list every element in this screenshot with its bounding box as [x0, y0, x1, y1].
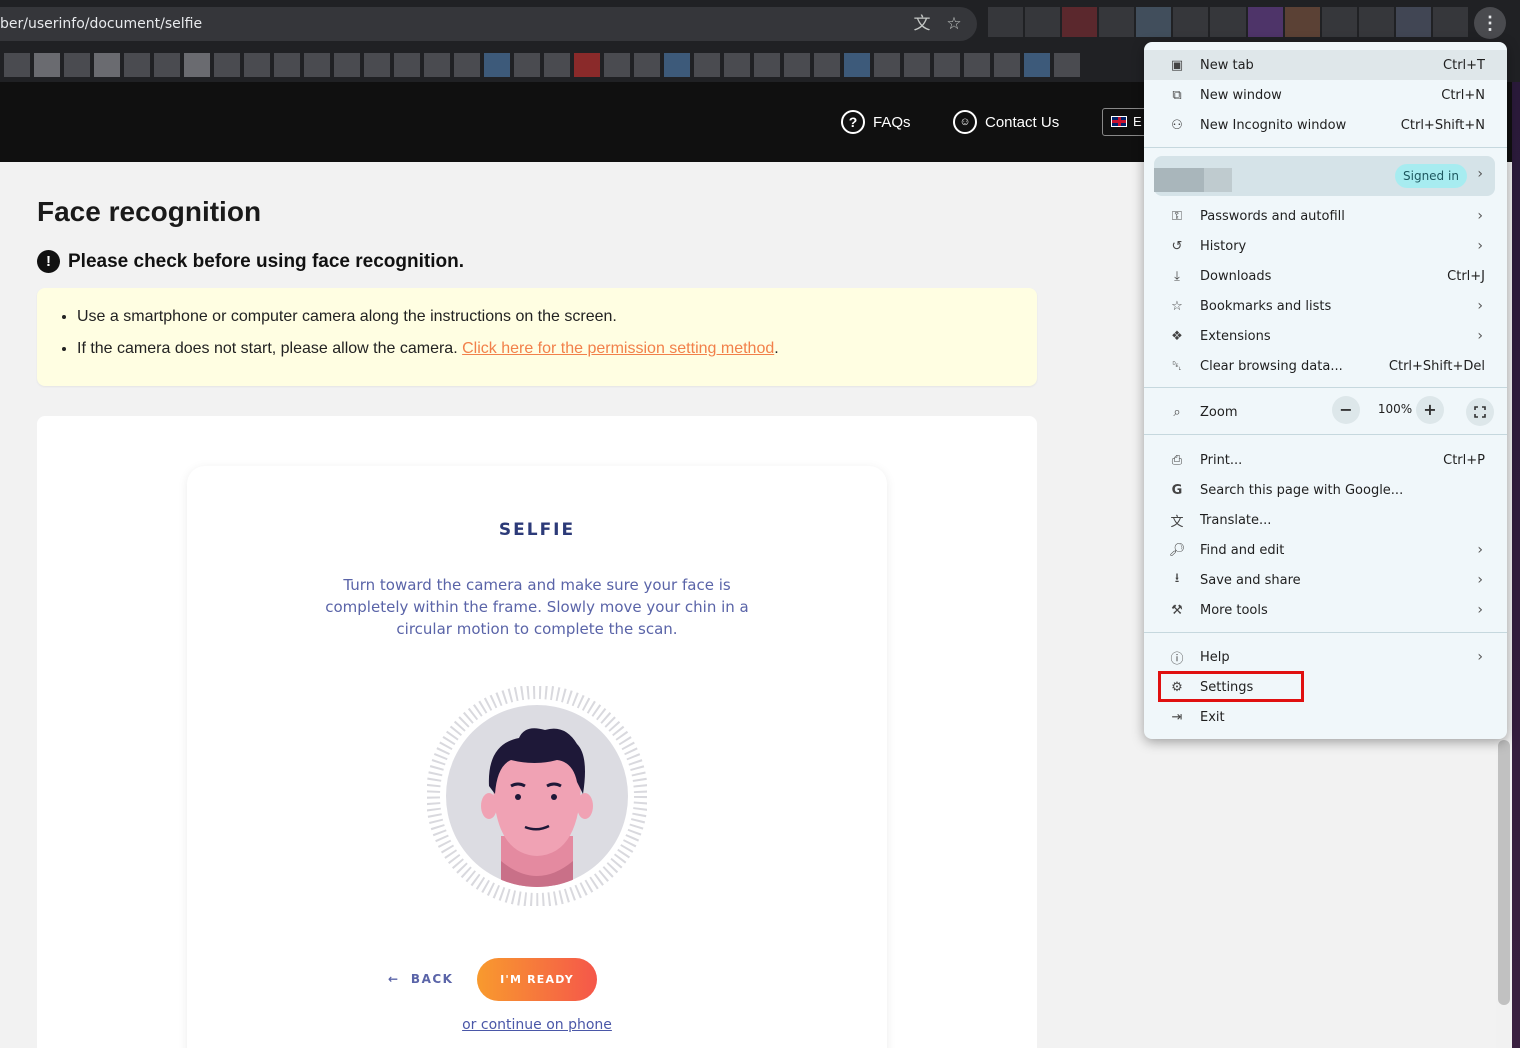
contact-link[interactable]: ☺ Contact Us: [953, 110, 1059, 134]
warning-heading: ! Please check before using face recogni…: [37, 250, 464, 273]
menu-profile-row[interactable]: Signed in ›: [1154, 156, 1495, 196]
star-icon[interactable]: ☆: [944, 14, 964, 34]
new-tab-icon: ▣: [1170, 57, 1184, 73]
history-icon: ↺: [1171, 238, 1183, 254]
menu-divider: [1144, 434, 1507, 435]
chevron-right-icon: ›: [1477, 649, 1483, 665]
zoom-level: 100%: [1377, 402, 1413, 416]
menu-item-help[interactable]: ⓘ Help ›: [1144, 642, 1507, 672]
url-text[interactable]: ber/userinfo/document/selfie: [0, 16, 202, 32]
chevron-right-icon: ›: [1477, 166, 1483, 182]
menu-divider: [1144, 147, 1507, 148]
notice-item: If the camera does not start, please all…: [77, 340, 1037, 358]
trash-icon: ␡: [1171, 358, 1183, 374]
menu-item-print[interactable]: ⎙ Print... Ctrl+P: [1144, 445, 1507, 475]
menu-item-clear-browsing-data[interactable]: ␡ Clear browsing data... Ctrl+Shift+Del: [1144, 351, 1507, 381]
selfie-card: SELFIE Turn toward the camera and make s…: [187, 466, 887, 1048]
notice-box: Use a smartphone or computer camera alon…: [37, 288, 1037, 386]
menu-item-search-with-google[interactable]: G Search this page with Google...: [1144, 475, 1507, 505]
fullscreen-button[interactable]: [1466, 398, 1494, 426]
page-title: Face recognition: [37, 196, 262, 227]
zoom-in-button[interactable]: +: [1416, 396, 1444, 424]
exit-icon: ⇥: [1171, 709, 1183, 725]
menu-item-new-window[interactable]: ⧉ New window Ctrl+N: [1144, 80, 1507, 110]
find-icon: 🔎︎: [1168, 542, 1186, 558]
menu-item-translate[interactable]: 文 Translate...: [1144, 505, 1507, 535]
menu-item-bookmarks[interactable]: ☆ Bookmarks and lists ›: [1144, 291, 1507, 321]
extensions-strip: [988, 7, 1469, 37]
back-button[interactable]: ← BACK: [388, 972, 453, 986]
signed-in-badge: Signed in: [1395, 164, 1467, 188]
warning-text: Please check before using face recogniti…: [68, 250, 464, 272]
kebab-menu-icon[interactable]: ⋮: [1474, 7, 1506, 39]
menu-item-history[interactable]: ↺ History ›: [1144, 231, 1507, 261]
avatar: [1154, 168, 1204, 192]
question-icon: ?: [841, 110, 865, 134]
star-icon: ☆: [1171, 298, 1183, 314]
chevron-right-icon: ›: [1477, 298, 1483, 314]
browser-menu: ▣ New tab Ctrl+T ⧉ New window Ctrl+N ⚇ N…: [1144, 42, 1507, 739]
chevron-right-icon: ›: [1477, 602, 1483, 618]
menu-item-passwords[interactable]: ⚿ Passwords and autofill ›: [1144, 201, 1507, 231]
menu-item-new-incognito-window[interactable]: ⚇ New Incognito window Ctrl+Shift+N: [1144, 110, 1507, 140]
incognito-icon: ⚇: [1171, 117, 1183, 133]
scrollbar-thumb[interactable]: [1498, 740, 1510, 1005]
exclamation-icon: !: [37, 250, 60, 273]
translate-icon[interactable]: 文: [912, 14, 932, 34]
back-label: BACK: [410, 972, 454, 986]
settings-highlight-box: [1158, 671, 1304, 702]
menu-divider: [1144, 632, 1507, 633]
address-bar[interactable]: ber/userinfo/document/selfie 文 ☆: [0, 7, 977, 41]
continue-on-phone-link[interactable]: or continue on phone: [187, 1017, 887, 1033]
uk-flag-icon: [1111, 116, 1127, 127]
faqs-label: FAQs: [873, 113, 911, 131]
chevron-right-icon: ›: [1477, 208, 1483, 224]
menu-divider: [1144, 387, 1507, 388]
puzzle-icon: ❖: [1171, 328, 1183, 344]
menu-item-find-and-edit[interactable]: 🔎︎ Find and edit ›: [1144, 535, 1507, 565]
download-icon: ⤓: [1174, 268, 1180, 284]
toolbox-icon: ⚒: [1171, 602, 1183, 618]
faqs-link[interactable]: ? FAQs: [841, 110, 911, 134]
menu-item-save-and-share[interactable]: ⭳ Save and share ›: [1144, 565, 1507, 595]
chevron-right-icon: ›: [1477, 238, 1483, 254]
ready-button[interactable]: I'M READY: [477, 958, 597, 1001]
menu-item-more-tools[interactable]: ⚒ More tools ›: [1144, 595, 1507, 625]
menu-item-extensions[interactable]: ❖ Extensions ›: [1144, 321, 1507, 351]
zoom-icon: ⌕: [1173, 404, 1181, 420]
print-icon: ⎙: [1171, 452, 1183, 468]
zoom-out-button[interactable]: −: [1332, 396, 1360, 424]
fullscreen-icon: [1474, 406, 1486, 418]
notice-item: Use a smartphone or computer camera alon…: [77, 308, 1037, 326]
menu-item-new-tab[interactable]: ▣ New tab Ctrl+T: [1144, 50, 1507, 80]
contact-label: Contact Us: [985, 113, 1060, 131]
chevron-right-icon: ›: [1477, 542, 1483, 558]
permission-help-link[interactable]: Click here for the permission setting me…: [462, 340, 774, 357]
arrow-left-icon: ←: [388, 972, 400, 986]
desktop-background: [1512, 82, 1520, 1048]
key-icon: ⚿: [1172, 208, 1182, 224]
chevron-right-icon: ›: [1477, 572, 1483, 588]
face-scan-illustration: [426, 685, 648, 907]
help-icon: ⓘ: [1170, 651, 1184, 667]
new-window-icon: ⧉: [1172, 87, 1182, 103]
google-icon: G: [1171, 482, 1183, 498]
selfie-instructions: Turn toward the camera and make sure you…: [325, 576, 749, 638]
chevron-right-icon: ›: [1477, 328, 1483, 344]
menu-item-exit[interactable]: ⇥ Exit: [1144, 702, 1507, 732]
support-agent-icon: ☺: [953, 110, 977, 134]
language-label: E: [1133, 114, 1142, 129]
bookmarks-bar: [0, 50, 1140, 80]
menu-item-downloads[interactable]: ⤓ Downloads Ctrl+J: [1144, 261, 1507, 291]
profile-name-blurred: [1204, 168, 1232, 192]
save-icon: ⭳: [1174, 571, 1180, 586]
translate-icon: 文: [1170, 514, 1184, 530]
selfie-title: SELFIE: [498, 520, 576, 540]
